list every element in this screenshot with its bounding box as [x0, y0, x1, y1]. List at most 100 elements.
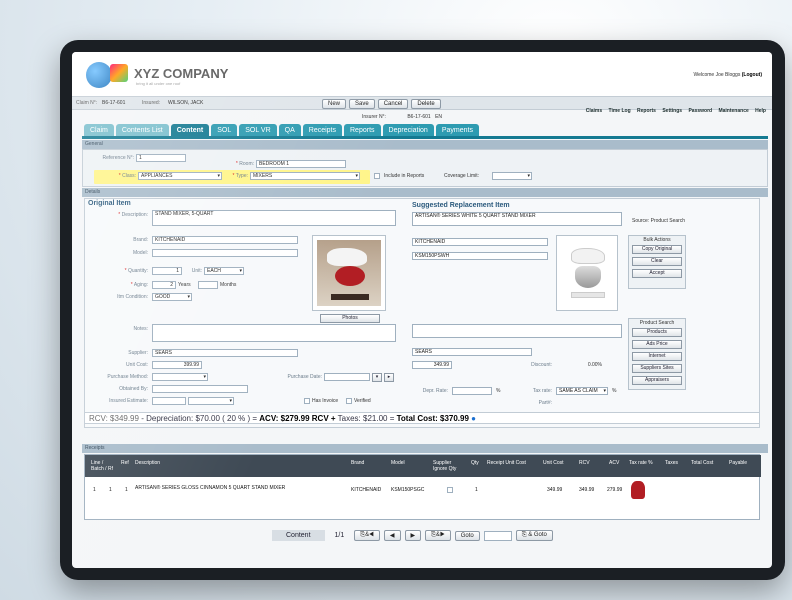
insured-estimate-input[interactable] — [152, 397, 186, 405]
notes-input[interactable] — [152, 324, 396, 342]
col-model: Model — [391, 460, 405, 466]
replacement-notes-input[interactable] — [412, 324, 622, 338]
row-rcv: 349.99 — [579, 487, 595, 493]
brand-input[interactable]: KITCHENAID — [152, 236, 298, 244]
quantity-input[interactable]: 1 — [152, 267, 182, 275]
purchase-method-select[interactable] — [152, 373, 208, 381]
verified-label: Verified — [354, 398, 371, 404]
rcv-plus: RCV + — [311, 414, 336, 423]
model-label: Model: — [132, 250, 148, 256]
goto-input[interactable] — [483, 530, 512, 541]
prev-button[interactable]: ◀ — [383, 530, 401, 541]
copy-original-button[interactable]: Copy Original — [632, 245, 682, 254]
has-invoice-checkbox[interactable] — [304, 398, 310, 404]
link-settings[interactable]: Settings — [662, 108, 682, 114]
insured-estimate-select[interactable] — [188, 397, 234, 405]
col-supplier-ignore-qty: Supplier Ignore Qty — [433, 460, 457, 472]
replacement-description-input[interactable]: ARTISAN® SERIES WHITE 5 QUART STAND MIXE… — [412, 212, 622, 226]
depr-rate-input[interactable] — [452, 387, 492, 395]
link-time-log[interactable]: Time Log — [609, 108, 631, 114]
info-icon[interactable]: ● — [471, 414, 476, 423]
row-ignore-qty-checkbox[interactable] — [447, 487, 453, 493]
link-password[interactable]: Password — [688, 108, 712, 114]
unit-cost-input[interactable]: 399.99 — [152, 361, 202, 369]
ads-price-button[interactable]: Ads Price — [632, 340, 682, 349]
taxes-total: Taxes: $21.00 = — [337, 414, 395, 423]
depr-rate-label: Depr. Rate: — [422, 388, 448, 394]
save-prev-button[interactable]: ⎘&◀ — [354, 530, 380, 541]
app-screen: XYZ COMPANY bring it all under one roof … — [72, 52, 772, 568]
insurer-number: B6-17-601 — [407, 114, 431, 120]
col-rcv: RCV — [579, 460, 590, 466]
calendar-icon[interactable]: ▾ — [372, 373, 382, 382]
pager: Content 1/1 ⎘&◀ ◀ ▶ ⎘&▶ Goto ⎘ & Goto — [272, 530, 553, 541]
replacement-supplier-input[interactable]: SEARS — [412, 348, 532, 356]
source-text: Source: Product Search — [632, 218, 685, 224]
next-button[interactable]: ▶ — [404, 530, 422, 541]
save-button[interactable]: Save — [349, 99, 375, 109]
purchase-date-label: Purchase Date: — [287, 374, 322, 380]
save-next-button[interactable]: ⎘&▶ — [425, 530, 451, 541]
purchase-method-label: Purchase Method: — [107, 374, 148, 380]
room-input[interactable]: BEDROOM 1 — [256, 160, 346, 168]
replacement-cost-input[interactable]: 349.99 — [412, 361, 452, 369]
row-brand: KITCHENAID — [351, 487, 382, 493]
appraisers-button[interactable]: Appraisers — [632, 376, 682, 385]
link-claims[interactable]: Claims — [586, 108, 602, 114]
internet-button[interactable]: Internet — [632, 352, 682, 361]
link-maintenance[interactable]: Maintenance — [718, 108, 748, 114]
unit-select[interactable]: EACH — [204, 267, 244, 275]
photos-button[interactable]: Photos — [320, 314, 380, 323]
row-batch: 1 — [109, 487, 112, 493]
products-button[interactable]: Products — [632, 328, 682, 337]
obtained-by-input[interactable] — [152, 385, 248, 393]
link-help[interactable]: Help — [755, 108, 766, 114]
type-select[interactable]: MIXERS — [250, 172, 360, 180]
years-label: Years — [178, 282, 191, 288]
insurer-suffix: EN — [435, 114, 443, 120]
reference-input[interactable]: 1 — [136, 154, 186, 162]
receipts-section-header: Receipts — [82, 444, 768, 453]
mixer-bowl-shape — [335, 266, 365, 286]
condition-label: Itm Condition: — [117, 294, 148, 300]
clear-button[interactable]: Clear — [632, 257, 682, 266]
aging-years-input[interactable]: 2 — [152, 281, 176, 289]
col-line: Line / Batch / Rf — [91, 460, 113, 472]
class-label: * Class: — [118, 173, 136, 179]
replacement-model-input[interactable]: KSM150PSWH — [412, 252, 548, 260]
description-input[interactable]: STAND MIXER, 5-QUART — [152, 210, 396, 226]
brand-label: Brand: — [133, 237, 148, 243]
aging-months-input[interactable] — [198, 281, 218, 289]
accept-button[interactable]: Accept — [632, 269, 682, 278]
model-input[interactable] — [152, 249, 298, 257]
purchase-date-input[interactable] — [324, 373, 370, 381]
coverage-select[interactable] — [492, 172, 532, 180]
supplier-input[interactable]: SEARS — [152, 349, 298, 357]
verified-checkbox[interactable] — [346, 398, 352, 404]
include-reports-checkbox[interactable] — [374, 173, 380, 179]
new-button[interactable]: New — [322, 99, 347, 109]
suppliers-sites-button[interactable]: Suppliers Sites — [632, 364, 682, 373]
tab-underline — [82, 136, 768, 139]
class-select[interactable]: APPLIANCES — [138, 172, 222, 180]
replacement-brand-input[interactable]: KITCHENAID — [412, 238, 548, 246]
logout-link[interactable]: (Logout) — [742, 72, 762, 78]
insured-name: WILSON, JACK — [168, 100, 204, 106]
link-reports[interactable]: Reports — [637, 108, 656, 114]
original-photo — [312, 235, 386, 311]
col-total-cost: Total Cost — [691, 460, 714, 466]
delete-button[interactable]: Delete — [411, 99, 441, 109]
aging-label-text: Aging: — [133, 282, 148, 288]
calendar-today-icon[interactable]: ▸ — [384, 373, 394, 382]
supplier-label: Supplier: — [128, 350, 148, 356]
goto-button[interactable]: Goto — [454, 530, 480, 541]
col-taxes: Taxes — [665, 460, 679, 466]
tax-rate-select[interactable]: SAME AS CLAIM — [556, 387, 608, 395]
original-item-title: Original Item — [88, 200, 131, 207]
replacement-item-title: Suggested Replacement Item — [412, 202, 510, 209]
notes-label: Notes: — [133, 326, 148, 332]
bulk-actions-title: Bulk Actions — [643, 237, 671, 243]
condition-select[interactable]: GOOD — [152, 293, 192, 301]
save-goto-button[interactable]: ⎘ & Goto — [515, 530, 553, 541]
cancel-button[interactable]: Cancel — [377, 99, 409, 109]
